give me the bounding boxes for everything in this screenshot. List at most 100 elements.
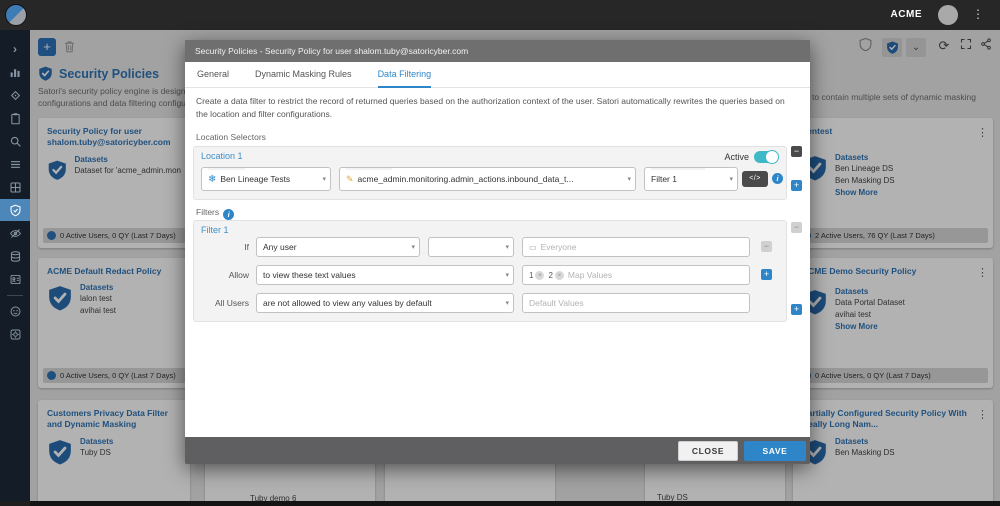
- caret-down-icon: ▾: [505, 243, 509, 251]
- sidebar-item-security-policies[interactable]: [0, 199, 30, 221]
- sidebar-item-search[interactable]: [0, 130, 30, 152]
- default-condition-value: are not allowed to view any values by de…: [263, 298, 432, 308]
- sidebar-item-dashboard[interactable]: [0, 61, 30, 83]
- top-bar: ACME ⋮: [0, 0, 1000, 30]
- caret-down-icon: ▾: [322, 175, 326, 183]
- default-values-input[interactable]: Default Values: [522, 293, 750, 313]
- remove-location-button[interactable]: −: [791, 146, 802, 157]
- snowflake-icon: ❄: [208, 174, 216, 185]
- sidebar-expand-button[interactable]: ›: [0, 38, 30, 60]
- database-icon: [9, 250, 22, 263]
- data-store-value: Ben Lineage Tests: [220, 174, 290, 184]
- if-condition-select[interactable]: Any user ▾: [256, 237, 420, 257]
- if-label: If: [194, 237, 249, 257]
- filters-label: Filtersi: [196, 207, 234, 220]
- topbar-menu-icon[interactable]: ⋮: [972, 7, 984, 21]
- modal-footer: CLOSE SAVE: [185, 437, 810, 464]
- tab-data-filtering[interactable]: Data Filtering: [378, 62, 432, 88]
- grid-icon: [9, 181, 22, 194]
- security-policy-modal: Security Policies - Security Policy for …: [185, 40, 810, 464]
- if-secondary-select[interactable]: ▾: [428, 237, 514, 257]
- chevron-right-icon: ›: [13, 42, 17, 56]
- chip-remove-icon[interactable]: ×: [535, 271, 544, 280]
- pencil-icon: ✎: [346, 174, 354, 185]
- add-filter-row-button[interactable]: +: [761, 269, 772, 280]
- modal-tabs: General Dynamic Masking Rules Data Filte…: [185, 62, 810, 88]
- user-avatar[interactable]: [938, 5, 958, 25]
- caret-down-icon: ▾: [729, 175, 733, 183]
- everyone-input[interactable]: ▭ Everyone: [522, 237, 750, 257]
- smiley-icon: [9, 305, 22, 318]
- everyone-placeholder: Everyone: [541, 242, 577, 252]
- allow-condition-select[interactable]: to view these text values ▾: [256, 265, 514, 285]
- chip-remove-icon[interactable]: ×: [555, 271, 564, 280]
- map-values-input[interactable]: 1× 2× Map Values: [522, 265, 750, 285]
- sidebar-item-audit[interactable]: [0, 107, 30, 129]
- list-rows-icon: [9, 158, 22, 171]
- add-location-button[interactable]: +: [791, 180, 802, 191]
- default-values-placeholder: Default Values: [529, 298, 584, 308]
- bar-chart-icon: [9, 66, 22, 79]
- default-condition-select[interactable]: are not allowed to view any values by de…: [256, 293, 514, 313]
- close-button[interactable]: CLOSE: [678, 441, 738, 461]
- sidebar-item-masking[interactable]: [0, 222, 30, 244]
- group-icon: ▭: [529, 243, 537, 252]
- satori-logo: [5, 4, 27, 26]
- location-selectors-label: Location Selectors: [196, 132, 266, 142]
- eye-off-icon: [9, 227, 22, 240]
- shield-icon: [9, 204, 22, 217]
- sidebar-item-datasets[interactable]: [0, 176, 30, 198]
- sidebar-item-settings[interactable]: [0, 323, 30, 345]
- field-location-select[interactable]: Field Location ✎ acme_admin.monitoring.a…: [339, 167, 636, 191]
- filter-panel: Filter 1 If Any user ▾ ▾ ▭ Everyone − Al…: [193, 220, 787, 322]
- search-icon: [9, 135, 22, 148]
- remove-filter-row-button[interactable]: −: [761, 241, 772, 252]
- caret-down-icon: ▾: [505, 299, 509, 307]
- field-location-label: Field Location: [346, 167, 392, 170]
- clipboard-icon: [9, 112, 22, 125]
- location-name[interactable]: Location 1: [201, 151, 243, 161]
- remove-filter-button[interactable]: −: [791, 222, 802, 233]
- filter-name[interactable]: Filter 1: [201, 225, 229, 235]
- if-condition-value: Any user: [263, 242, 297, 252]
- active-toggle[interactable]: [754, 151, 778, 163]
- sidebar-item-inventory[interactable]: [0, 153, 30, 175]
- left-sidebar: ›: [0, 30, 30, 506]
- save-button[interactable]: SAVE: [744, 441, 806, 461]
- allow-condition-value: to view these text values: [263, 270, 356, 280]
- sidebar-item-data-flows[interactable]: [0, 84, 30, 106]
- gear-icon: [9, 328, 22, 341]
- active-label: Active: [724, 152, 749, 162]
- data-store-select[interactable]: Data Store ❄ Ben Lineage Tests ▾: [201, 167, 331, 191]
- sidebar-item-data-stores[interactable]: [0, 245, 30, 267]
- modal-title: Security Policies - Security Policy for …: [195, 46, 468, 56]
- field-location-value: acme_admin.monitoring.admin_actions.inbo…: [358, 174, 574, 184]
- modal-titlebar[interactable]: Security Policies - Security Policy for …: [185, 40, 810, 62]
- location-selector-panel: Location 1 Active Data Store ❄ Ben Linea…: [193, 146, 787, 200]
- tab-dynamic-masking-rules[interactable]: Dynamic Masking Rules: [255, 62, 352, 88]
- value-chip[interactable]: 1×: [529, 271, 544, 280]
- caret-down-icon: ▾: [411, 243, 415, 251]
- data-store-label: Data Store: [208, 167, 245, 170]
- filters-info-icon[interactable]: i: [223, 209, 234, 220]
- sidebar-item-support[interactable]: [0, 300, 30, 322]
- user-filter-value: Filter 1: [651, 174, 677, 184]
- all-users-label: All Users: [194, 293, 249, 313]
- id-badge-icon: [9, 273, 22, 286]
- tag-icon: [9, 89, 22, 102]
- data-filter-description: Create a data filter to restrict the rec…: [196, 95, 794, 121]
- value-chip[interactable]: 2×: [548, 271, 563, 280]
- map-values-placeholder: Map Values: [568, 270, 612, 280]
- modal-body: General Dynamic Masking Rules Data Filte…: [185, 62, 810, 437]
- sidebar-item-identities[interactable]: [0, 268, 30, 290]
- user-filter-value-label: User Filter Value: [651, 167, 705, 170]
- code-view-button[interactable]: </>: [742, 171, 768, 187]
- user-filter-value-select[interactable]: User Filter Value Filter 1 ▾: [644, 167, 738, 191]
- tab-general[interactable]: General: [197, 62, 229, 88]
- account-name: ACME: [891, 9, 922, 20]
- caret-down-icon: ▾: [505, 271, 509, 279]
- sidebar-divider: [7, 295, 23, 296]
- allow-label: Allow: [194, 265, 249, 285]
- info-icon[interactable]: i: [772, 173, 783, 184]
- add-filter-button[interactable]: +: [791, 304, 802, 315]
